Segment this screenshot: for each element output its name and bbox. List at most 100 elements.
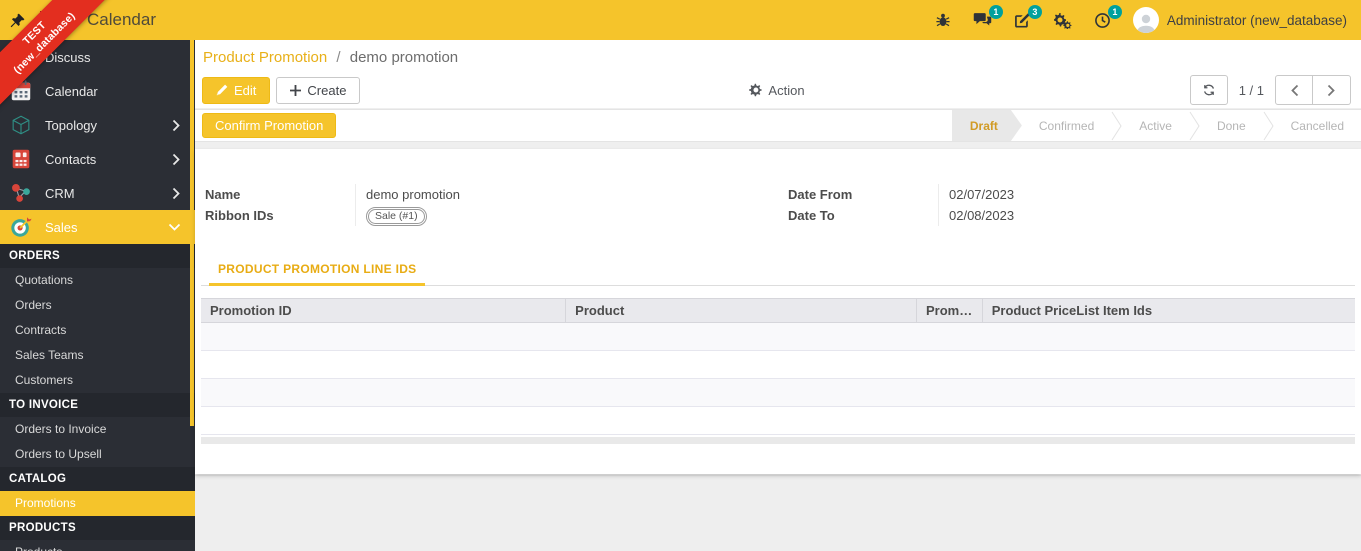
form-group-right: Date From Date To 02/07/2023 02/08/2023 <box>778 184 1351 226</box>
chevron-right-icon <box>172 187 181 200</box>
sidebar-item-calendar[interactable]: Calendar <box>0 74 195 108</box>
notes-icon[interactable]: 3 <box>1014 4 1042 29</box>
page-background <box>195 475 1361 551</box>
promotion-lines-table: Promotion ID Product Promotio... Product… <box>201 298 1355 444</box>
pencil-icon <box>216 84 228 96</box>
column-header-pricelist-item-ids[interactable]: Product PriceList Item Ids <box>981 298 1355 323</box>
empty-table-row <box>201 322 1355 351</box>
control-panel: Product Promotion / demo promotion Edit … <box>195 40 1361 108</box>
sidebar-item-sales-teams[interactable]: Sales Teams <box>0 343 195 368</box>
activities-clock-icon[interactable]: 1 <box>1094 4 1122 29</box>
refresh-button[interactable] <box>1189 75 1228 105</box>
sidebar-section-to-invoice: TO INVOICE <box>0 393 195 417</box>
create-button[interactable]: Create <box>276 76 361 104</box>
avatar <box>1132 7 1159 33</box>
sidebar-item-label: Contacts <box>45 151 97 167</box>
step-separator <box>1263 110 1274 141</box>
status-step-done[interactable]: Done <box>1200 110 1263 141</box>
chevron-right-icon <box>1327 84 1335 96</box>
status-step-draft[interactable]: Draft <box>952 110 1022 141</box>
notebook: PRODUCT PROMOTION LINE IDS Promotion ID … <box>201 253 1355 444</box>
ribbon-tag: Sale (#1) <box>366 207 427 227</box>
breadcrumb: Product Promotion / demo promotion <box>203 49 1351 66</box>
status-step-active[interactable]: Active <box>1122 110 1189 141</box>
topology-icon <box>8 112 34 138</box>
create-button-label: Create <box>307 82 347 98</box>
column-header-promotion-id[interactable]: Promotion ID <box>201 298 566 323</box>
status-step-confirmed[interactable]: Confirmed <box>1022 110 1111 141</box>
settings-cogs-icon[interactable] <box>1053 12 1072 29</box>
field-label-date-from: Date From <box>788 187 853 202</box>
sidebar: Discuss Calendar Topology Contacts CRM S… <box>0 40 195 551</box>
table-horizontal-scrollbar[interactable] <box>201 437 1355 444</box>
activities-badge: 1 <box>1107 4 1122 19</box>
sidebar-section-catalog: CATALOG <box>0 467 195 491</box>
sidebar-item-products[interactable]: Products <box>0 540 195 551</box>
sidebar-item-label: Sales <box>45 219 78 235</box>
status-step-cancelled[interactable]: Cancelled <box>1274 110 1361 141</box>
crm-icon <box>8 180 34 206</box>
form-group-left: Name Ribbon IDs demo promotion Sale (#1) <box>205 184 778 227</box>
messages-icon[interactable]: 1 <box>973 5 1003 28</box>
column-header-promotion-truncated[interactable]: Promotio... <box>915 298 983 323</box>
pager: 1 / 1 <box>1189 75 1351 105</box>
debug-bug-icon[interactable] <box>935 12 951 28</box>
statusbar: Confirm Promotion Draft Confirmed Active… <box>195 109 1361 142</box>
chevron-right-icon <box>172 119 181 132</box>
pin-menu-icon[interactable] <box>10 13 25 28</box>
empty-table-row <box>201 378 1355 407</box>
empty-table-row <box>201 351 1355 379</box>
content: Product Promotion / demo promotion Edit … <box>195 40 1361 551</box>
sidebar-item-contacts[interactable]: Contacts <box>0 142 195 176</box>
sidebar-item-orders[interactable]: Orders <box>0 293 195 318</box>
app-title: Calendar <box>87 10 156 29</box>
sidebar-item-orders-to-invoice[interactable]: Orders to Invoice <box>0 417 195 442</box>
sidebar-item-crm[interactable]: CRM <box>0 176 195 210</box>
pager-next-button[interactable] <box>1313 75 1351 105</box>
step-separator <box>1189 110 1200 141</box>
sidebar-item-label: Calendar <box>45 83 98 99</box>
sidebar-section-orders: ORDERS <box>0 244 195 268</box>
notebook-tabs: PRODUCT PROMOTION LINE IDS <box>201 253 1355 286</box>
breadcrumb-current: demo promotion <box>349 49 459 66</box>
ribbon-tag-label: Sale (#1) <box>368 209 425 225</box>
user-name: Administrator (new_database) <box>1166 12 1347 28</box>
form-sheet: Name Ribbon IDs demo promotion Sale (#1)… <box>195 149 1361 474</box>
field-value-ribbon-ids: Sale (#1) <box>366 205 778 227</box>
sales-icon <box>8 214 34 240</box>
sidebar-scrollbar[interactable] <box>190 40 194 426</box>
chevron-right-icon <box>172 153 181 166</box>
sidebar-item-sales[interactable]: Sales <box>0 210 195 244</box>
field-label-date-to: Date To <box>788 208 835 223</box>
chevron-left-icon <box>1290 84 1298 96</box>
status-steps: Draft Confirmed Active Done Cancelled <box>952 110 1361 141</box>
sidebar-item-label: Topology <box>45 117 98 133</box>
chevron-down-icon <box>168 223 181 232</box>
sidebar-item-contracts[interactable]: Contracts <box>0 318 195 343</box>
column-header-product[interactable]: Product <box>565 298 917 323</box>
panel-gap <box>195 142 1361 149</box>
sidebar-item-promotions[interactable]: Promotions <box>0 491 195 516</box>
user-menu[interactable]: Administrator (new_database) <box>1132 7 1347 33</box>
empty-table-row <box>201 407 1355 435</box>
action-menu-button[interactable]: Action <box>748 82 805 98</box>
confirm-promotion-button[interactable]: Confirm Promotion <box>202 113 337 138</box>
sidebar-section-products: PRODUCTS <box>0 516 195 540</box>
sidebar-item-customers[interactable]: Customers <box>0 368 195 393</box>
gear-icon <box>748 83 762 97</box>
pager-previous-button[interactable] <box>1275 75 1313 105</box>
tab-product-promotion-line-ids[interactable]: PRODUCT PROMOTION LINE IDS <box>209 253 426 286</box>
contacts-icon <box>8 146 34 172</box>
edit-button[interactable]: Edit <box>202 76 271 104</box>
field-value-date-from: 02/07/2023 <box>949 187 1015 202</box>
sidebar-item-orders-to-upsell[interactable]: Orders to Upsell <box>0 442 195 467</box>
field-value-name: demo promotion <box>366 187 460 202</box>
sidebar-item-quotations[interactable]: Quotations <box>0 268 195 293</box>
field-label-ribbon-ids: Ribbon IDs <box>205 208 274 223</box>
sidebar-item-label: CRM <box>45 185 75 201</box>
breadcrumb-parent-link[interactable]: Product Promotion <box>203 49 327 66</box>
pager-value: 1 / 1 <box>1238 82 1264 98</box>
breadcrumb-divider: / <box>336 49 341 66</box>
sidebar-item-topology[interactable]: Topology <box>0 108 195 142</box>
action-menu-label: Action <box>768 82 805 98</box>
